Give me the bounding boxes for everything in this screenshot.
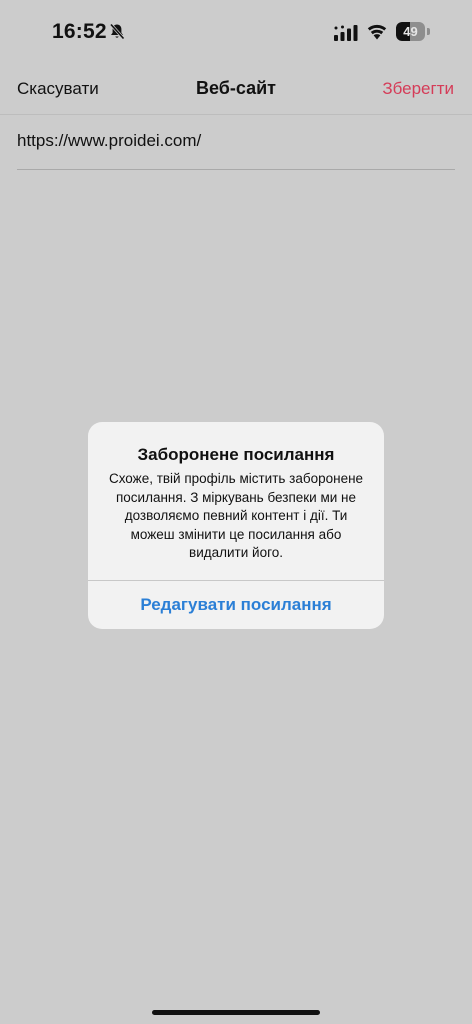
status-bar: 16:52 49	[0, 0, 472, 64]
status-time: 16:52	[52, 20, 107, 43]
website-field[interactable]: https://www.proidei.com/	[17, 115, 455, 170]
battery-level: 49	[403, 24, 418, 39]
alert-title: Заборонене посилання	[137, 445, 335, 464]
navigation-bar: Скасувати Веб-сайт Зберегти	[0, 64, 472, 115]
cancel-button[interactable]: Скасувати	[17, 79, 99, 99]
prohibited-link-alert: Заборонене посилання Схоже, твій профіль…	[88, 422, 384, 629]
alert-message: Схоже, твій профіль містить заборонене п…	[108, 471, 364, 560]
cellular-signal-icon	[334, 25, 358, 41]
battery-cap	[427, 28, 430, 35]
website-field-value[interactable]: https://www.proidei.com/	[17, 131, 201, 151]
bell-slash-icon	[109, 23, 125, 40]
wifi-icon	[367, 24, 387, 40]
save-button[interactable]: Зберегти	[382, 79, 454, 99]
battery-icon: 49	[396, 22, 430, 41]
home-indicator[interactable]	[152, 1010, 320, 1015]
battery-body: 49	[396, 22, 425, 41]
website-edit-screen: 16:52 49 Скасувати Веб-сайт Зберегти htt…	[0, 0, 472, 1024]
edit-link-button[interactable]: Редагувати посилання	[88, 581, 384, 629]
